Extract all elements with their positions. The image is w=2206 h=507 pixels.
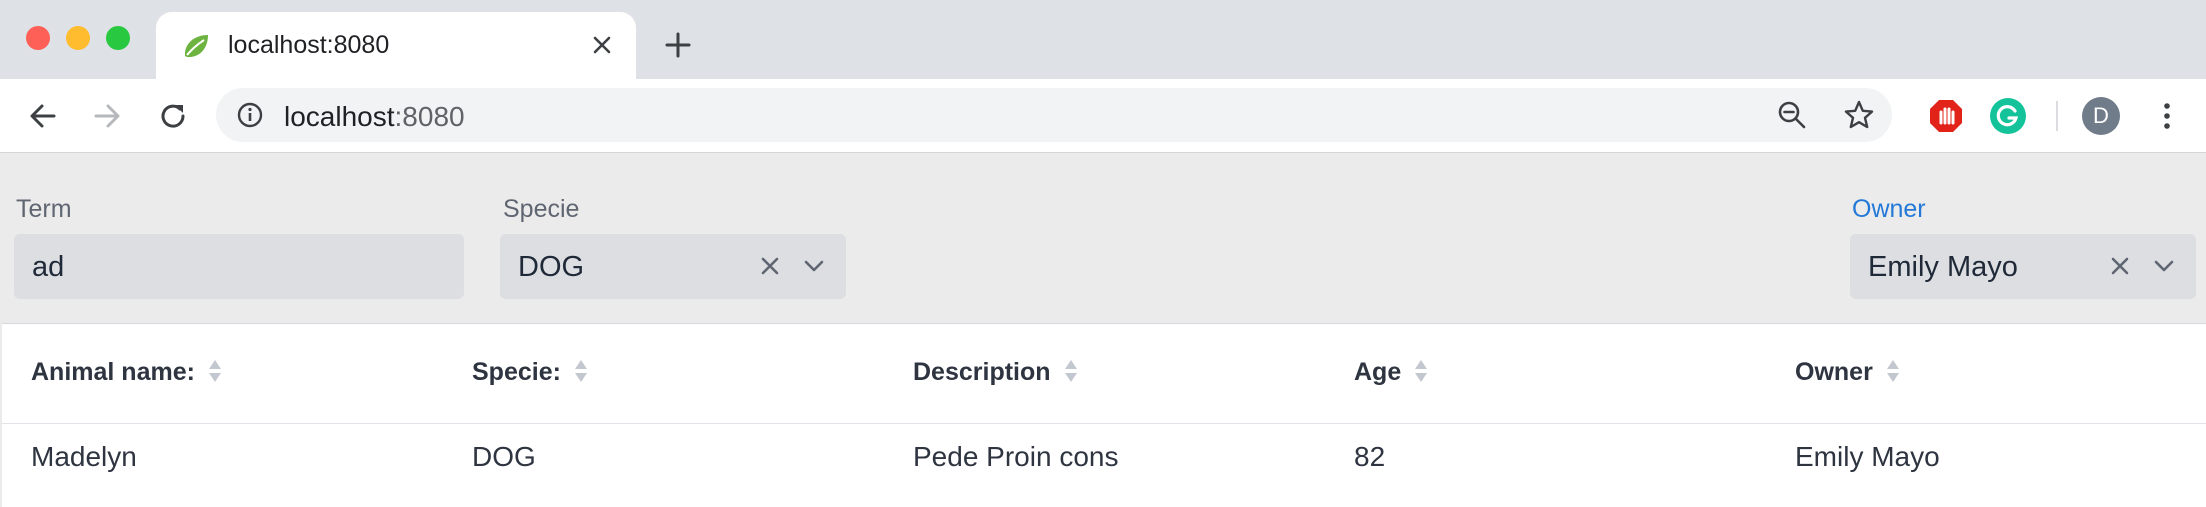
browser-toolbar: localhost:8080 D bbox=[0, 79, 2206, 153]
url-host: localhost bbox=[284, 101, 395, 132]
window-maximize-button[interactable] bbox=[106, 26, 130, 50]
sort-icon[interactable] bbox=[1063, 358, 1079, 384]
owner-label: Owner bbox=[1852, 195, 1926, 223]
cell-description: Pede Proin cons bbox=[913, 441, 1119, 472]
window-close-button[interactable] bbox=[26, 26, 50, 50]
cell-animal-name: Madelyn bbox=[31, 441, 137, 472]
term-input[interactable]: ad bbox=[14, 234, 464, 299]
term-value: ad bbox=[32, 251, 65, 283]
owner-select[interactable]: Emily Mayo bbox=[1850, 234, 2196, 299]
url-text: localhost:8080 bbox=[284, 101, 465, 133]
owner-clear-icon[interactable] bbox=[2106, 252, 2134, 280]
column-header-label: Animal name: bbox=[31, 358, 195, 386]
bookmark-star-icon[interactable] bbox=[1842, 98, 1876, 132]
sort-icon[interactable] bbox=[1413, 358, 1429, 384]
adblock-extension-icon[interactable] bbox=[1928, 98, 1964, 134]
url-port: :8080 bbox=[394, 101, 465, 132]
specie-chevron-down-icon[interactable] bbox=[800, 252, 828, 280]
tab-title: localhost:8080 bbox=[228, 31, 390, 59]
column-header-label: Specie: bbox=[472, 358, 561, 386]
sort-icon[interactable] bbox=[1885, 358, 1901, 384]
owner-chevron-down-icon[interactable] bbox=[2150, 252, 2178, 280]
column-header-owner[interactable]: Owner bbox=[1795, 358, 1901, 387]
cell-age: 82 bbox=[1354, 441, 1386, 472]
specie-label: Specie bbox=[503, 195, 580, 223]
browser-tab[interactable]: localhost:8080 bbox=[156, 12, 636, 79]
sort-icon[interactable] bbox=[207, 358, 223, 384]
profile-avatar[interactable]: D bbox=[2082, 97, 2120, 135]
zoom-out-icon[interactable] bbox=[1776, 99, 1808, 131]
window-minimize-button[interactable] bbox=[66, 26, 90, 50]
spring-leaf-icon bbox=[184, 35, 208, 58]
new-tab-icon[interactable] bbox=[664, 31, 692, 59]
more-menu-icon[interactable] bbox=[2150, 99, 2184, 133]
animals-grid: Animal name: Specie: Description Age Own… bbox=[2, 323, 2206, 507]
column-header-description[interactable]: Description bbox=[913, 358, 1079, 387]
column-header-label: Age bbox=[1354, 358, 1402, 386]
owner-value: Emily Mayo bbox=[1868, 251, 2018, 283]
column-header-animal-name[interactable]: Animal name: bbox=[31, 358, 223, 387]
address-bar[interactable]: localhost:8080 bbox=[216, 88, 1892, 142]
specie-clear-icon[interactable] bbox=[756, 252, 784, 280]
cell-owner: Emily Mayo bbox=[1795, 441, 1940, 472]
toolbar-separator bbox=[2056, 101, 2058, 131]
close-tab-icon[interactable] bbox=[590, 33, 614, 57]
grammarly-extension-icon[interactable] bbox=[1990, 98, 2026, 134]
column-header-age[interactable]: Age bbox=[1354, 358, 1429, 387]
column-header-specie[interactable]: Specie: bbox=[472, 358, 589, 387]
forward-arrow-icon[interactable] bbox=[90, 99, 124, 133]
filter-bar: Term ad Specie DOG Owner Emily Mayo bbox=[0, 153, 2206, 323]
info-icon[interactable] bbox=[236, 101, 264, 129]
specie-select[interactable]: DOG bbox=[500, 234, 846, 299]
browser-tabstrip: localhost:8080 bbox=[0, 0, 2206, 79]
term-label: Term bbox=[16, 195, 72, 223]
back-arrow-icon[interactable] bbox=[26, 99, 60, 133]
sort-icon[interactable] bbox=[573, 358, 589, 384]
grammarly-g-icon bbox=[1996, 105, 2019, 127]
cell-specie: DOG bbox=[472, 441, 536, 472]
reload-icon[interactable] bbox=[156, 99, 190, 133]
specie-value: DOG bbox=[518, 251, 585, 283]
header-divider bbox=[2, 423, 2206, 424]
column-header-label: Owner bbox=[1795, 358, 1873, 386]
column-header-label: Description bbox=[913, 358, 1051, 386]
